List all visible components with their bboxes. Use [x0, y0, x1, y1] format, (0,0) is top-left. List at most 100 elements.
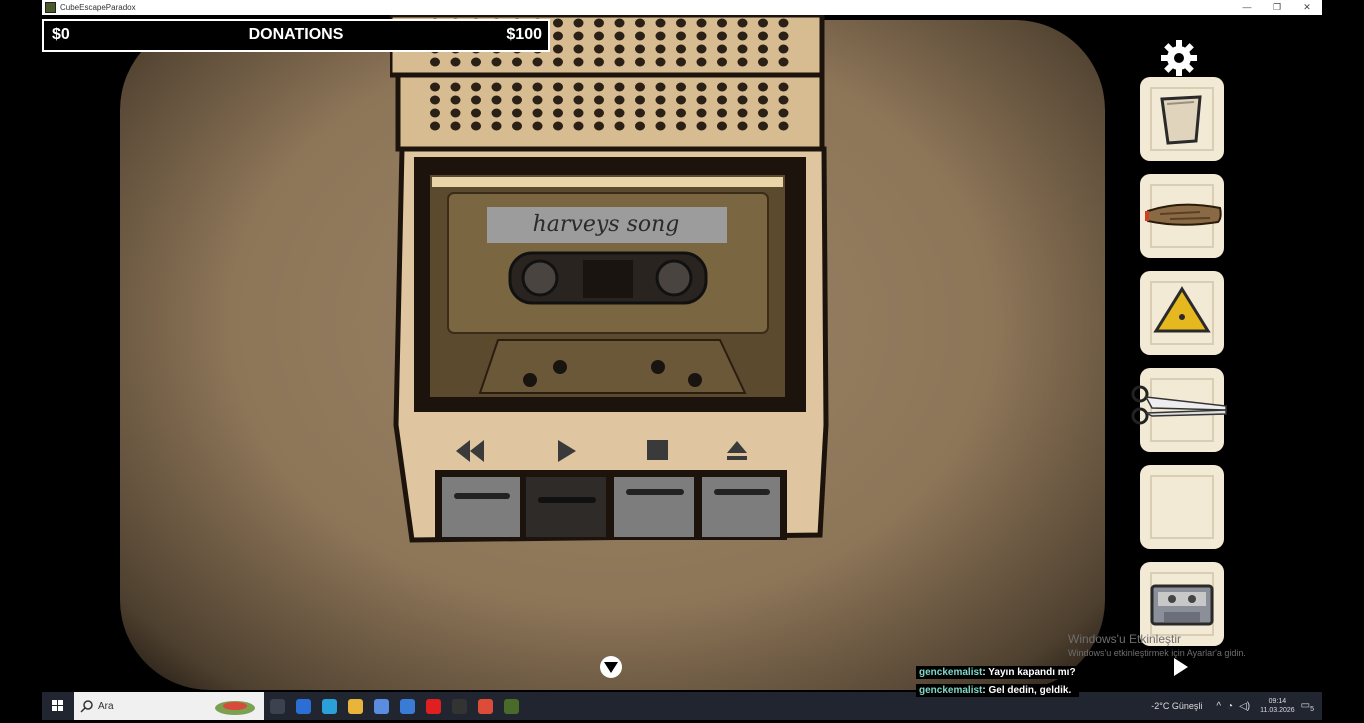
speaker-hole [655, 108, 666, 118]
store-icon-glyph [373, 698, 389, 714]
play-key[interactable] [526, 477, 606, 537]
settings-gear-icon[interactable] [1160, 39, 1198, 77]
stop-key[interactable] [614, 477, 694, 537]
speaker-hole [573, 121, 584, 131]
speaker-hole [635, 82, 645, 92]
file-explorer-icon[interactable] [342, 692, 368, 720]
app-blue-icon[interactable] [290, 692, 316, 720]
activation-watermark: Windows'u Etkinleştir Windows'u etkinleş… [1068, 632, 1246, 658]
rewind-key[interactable] [442, 477, 520, 537]
speaker-hole [676, 82, 686, 92]
chat-message: genckemalist: Yayın kapandı mı? [916, 666, 1079, 679]
start-button[interactable] [42, 692, 74, 720]
speaker-hole [491, 57, 502, 67]
cassette-tape[interactable]: harveys song [447, 192, 769, 394]
close-button[interactable]: ✕ [1292, 2, 1322, 13]
speaker-hole [758, 57, 768, 67]
speaker-hole [696, 44, 707, 54]
speaker-hole [696, 95, 707, 105]
speaker-hole [553, 121, 563, 131]
speaker-hole [532, 121, 543, 131]
speaker-hole [614, 31, 625, 41]
chat-username: genckemalist [919, 667, 983, 678]
cassette-recorder[interactable]: harveys song [390, 15, 830, 545]
speaker-hole [573, 57, 584, 67]
taskbar-search[interactable]: Ara [74, 692, 264, 720]
wifi-icon[interactable]: ◔ [1227, 701, 1233, 712]
tray-chevron-icon[interactable]: ^ [1216, 701, 1221, 712]
speaker-hole [553, 18, 563, 28]
speaker-hole [532, 108, 543, 118]
inventory-slot-scissors[interactable] [1131, 368, 1227, 452]
speaker-hole [737, 18, 748, 28]
speaker-hole [450, 95, 461, 105]
speaker-hole [696, 82, 707, 92]
speaker-hole [553, 44, 563, 54]
down-arrow-icon[interactable] [600, 656, 622, 678]
speaker-hole [737, 121, 748, 131]
mail-icon[interactable] [394, 692, 420, 720]
next-arrow-icon[interactable] [1172, 657, 1190, 677]
restore-button[interactable]: ❐ [1262, 2, 1292, 13]
youtube-icon[interactable] [420, 692, 446, 720]
window-titlebar: CubeEscapeParadox — ❐ ✕ [42, 0, 1322, 15]
inventory-slot-glass[interactable] [1140, 77, 1224, 161]
inventory-slot-empty[interactable] [1140, 465, 1224, 549]
speaker-hole [696, 121, 707, 131]
speaker-hole [430, 57, 440, 67]
taskbar-clock[interactable]: 09:14 11.03.2026 [1260, 697, 1295, 715]
speaker-hole [655, 57, 666, 67]
stop-icon[interactable] [647, 440, 668, 460]
speaker-hole [696, 18, 707, 28]
eject-key[interactable] [702, 477, 780, 537]
speaker-hole [614, 95, 625, 105]
chat-text: : Yayın kapandı mı? [982, 667, 1076, 678]
edge-icon[interactable] [316, 692, 342, 720]
chrome-icon[interactable] [472, 692, 498, 720]
speaker-hole [471, 95, 481, 105]
speaker-hole [430, 95, 440, 105]
speaker-hole [758, 108, 768, 118]
yellow-triangle-icon [1153, 286, 1211, 333]
speaker-hole [471, 108, 481, 118]
speaker-hole [594, 18, 604, 28]
window-title: CubeEscapeParadox [60, 3, 136, 12]
speaker-hole [676, 57, 686, 67]
speaker-hole [655, 121, 666, 131]
store-icon[interactable] [368, 692, 394, 720]
search-icon [80, 700, 93, 713]
chrome-icon-glyph [477, 698, 493, 714]
speaker-hole [594, 108, 604, 118]
speaker-hole [778, 82, 789, 92]
inventory-slot-cigar[interactable] [1140, 174, 1224, 258]
windows-logo-icon [52, 700, 63, 711]
speaker-hole [532, 82, 543, 92]
speaker-hole [491, 82, 502, 92]
game-icon[interactable] [498, 692, 524, 720]
app-icon [45, 2, 56, 13]
speaker-hole [655, 44, 666, 54]
volume-icon[interactable]: ◁) [1239, 701, 1250, 712]
speaker-hole [512, 57, 522, 67]
clock-date: 11.03.2026 [1260, 707, 1295, 714]
speaker-hole [594, 121, 604, 131]
cassette-label: harveys song [533, 212, 680, 237]
minimize-button[interactable]: — [1232, 2, 1262, 13]
inventory-slot-triangle[interactable] [1140, 271, 1224, 355]
game-icon-glyph [503, 698, 519, 714]
steam-icon[interactable] [446, 692, 472, 720]
speaker-hole [676, 18, 686, 28]
scissors-icon [1131, 385, 1227, 425]
stream-chat: genckemalist: Yayın kapandı mı? genckema… [916, 666, 1079, 702]
notification-icon[interactable]: ▭5 [1301, 700, 1314, 713]
speaker-hole [553, 57, 563, 67]
task-view-icon[interactable] [264, 692, 290, 720]
edge-icon-glyph [321, 698, 337, 714]
speaker-hole [717, 95, 727, 105]
speaker-hole [512, 82, 522, 92]
donations-max: $100 [506, 26, 542, 43]
speaker-hole [430, 108, 440, 118]
speaker-hole [573, 31, 584, 41]
app-blue-icon-glyph [295, 698, 311, 714]
speaker-hole [717, 82, 727, 92]
